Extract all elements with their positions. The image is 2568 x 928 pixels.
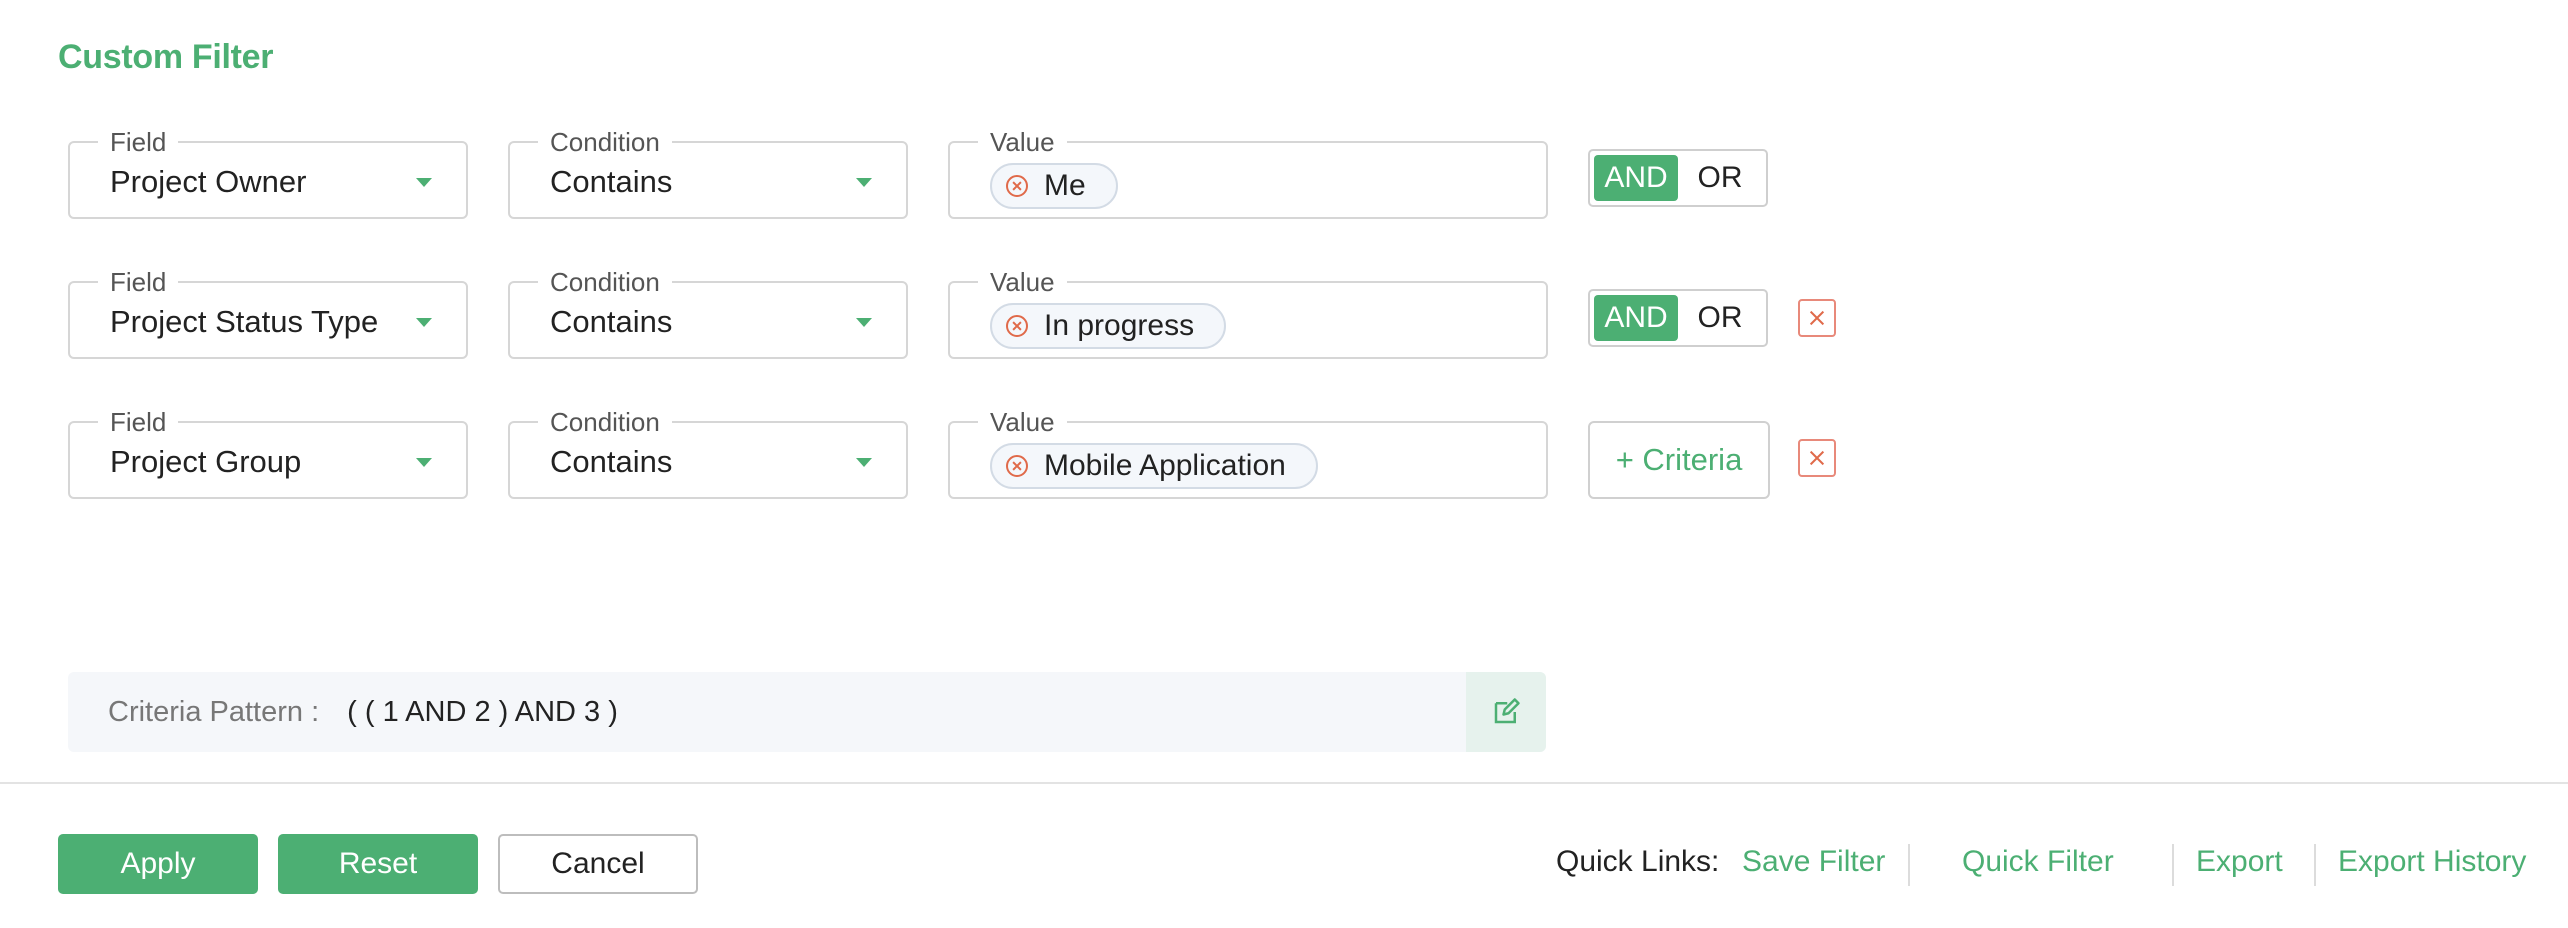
condition-value: Contains bbox=[550, 164, 673, 199]
filter-row-3: Field Project Group Condition Contains V… bbox=[0, 406, 2568, 503]
condition-label: Condition bbox=[538, 266, 672, 298]
quick-links-label: Quick Links: bbox=[1556, 845, 1720, 878]
delete-row-button[interactable] bbox=[1798, 299, 1836, 337]
condition-select[interactable]: Condition Contains bbox=[508, 126, 908, 219]
value-chip: Me bbox=[990, 163, 1118, 209]
filter-row-1: Field Project Owner Condition Contains V… bbox=[0, 126, 2568, 223]
field-value: Project Status Type bbox=[110, 304, 379, 339]
link-separator bbox=[2172, 844, 2174, 886]
chip-label: In progress bbox=[1044, 309, 1195, 342]
or-option[interactable]: OR bbox=[1678, 155, 1762, 201]
edit-pattern-button[interactable] bbox=[1466, 672, 1546, 752]
reset-button[interactable]: Reset bbox=[278, 834, 478, 894]
field-value: Project Group bbox=[110, 444, 302, 479]
caret-down-icon[interactable] bbox=[856, 318, 872, 327]
remove-circle-icon[interactable] bbox=[1006, 175, 1028, 197]
condition-label: Condition bbox=[538, 126, 672, 158]
condition-select[interactable]: Condition Contains bbox=[508, 266, 908, 359]
chip-label: Me bbox=[1044, 169, 1086, 202]
value-label: Value bbox=[978, 406, 1067, 438]
link-separator bbox=[1908, 844, 1910, 886]
or-option[interactable]: OR bbox=[1678, 295, 1762, 341]
edit-icon bbox=[1494, 698, 1520, 724]
field-value: Project Owner bbox=[110, 164, 307, 199]
and-option[interactable]: AND bbox=[1594, 295, 1678, 341]
field-label: Field bbox=[98, 266, 179, 298]
and-or-toggle: AND OR bbox=[1588, 289, 1768, 347]
field-select[interactable]: Field Project Owner bbox=[68, 126, 468, 219]
caret-down-icon[interactable] bbox=[856, 178, 872, 187]
and-option[interactable]: AND bbox=[1594, 155, 1678, 201]
value-chip: In progress bbox=[990, 303, 1227, 349]
condition-select[interactable]: Condition Contains bbox=[508, 406, 908, 499]
and-or-toggle: AND OR bbox=[1588, 149, 1768, 207]
value-input[interactable]: Value Me bbox=[948, 126, 1548, 219]
criteria-pattern-label: Criteria Pattern : bbox=[108, 695, 320, 728]
criteria-pattern: Criteria Pattern : ( ( 1 AND 2 ) AND 3 ) bbox=[68, 672, 1546, 752]
add-criteria-button[interactable]: + Criteria bbox=[1588, 421, 1770, 499]
value-label: Value bbox=[978, 126, 1067, 158]
caret-down-icon[interactable] bbox=[416, 458, 432, 467]
field-label: Field bbox=[98, 126, 179, 158]
export-history-link[interactable]: Export History bbox=[2338, 845, 2526, 879]
condition-value: Contains bbox=[550, 444, 673, 479]
page-title: Custom Filter bbox=[58, 38, 274, 76]
value-label: Value bbox=[978, 266, 1067, 298]
caret-down-icon[interactable] bbox=[416, 178, 432, 187]
value-input[interactable]: Value In progress bbox=[948, 266, 1548, 359]
caret-down-icon[interactable] bbox=[856, 458, 872, 467]
condition-value: Contains bbox=[550, 304, 673, 339]
divider bbox=[0, 782, 2568, 784]
cancel-button[interactable]: Cancel bbox=[498, 834, 698, 894]
field-select[interactable]: Field Project Group bbox=[68, 406, 468, 499]
quick-filter-link[interactable]: Quick Filter bbox=[1962, 845, 2114, 879]
link-separator bbox=[2314, 844, 2316, 886]
remove-circle-icon[interactable] bbox=[1006, 455, 1028, 477]
filter-row-2: Field Project Status Type Condition Cont… bbox=[0, 266, 2568, 363]
value-chip: Mobile Application bbox=[990, 443, 1318, 489]
export-link[interactable]: Export bbox=[2196, 845, 2283, 879]
value-input[interactable]: Value Mobile Application bbox=[948, 406, 1548, 499]
apply-button[interactable]: Apply bbox=[58, 834, 258, 894]
save-filter-link[interactable]: Save Filter bbox=[1742, 845, 1885, 879]
field-select[interactable]: Field Project Status Type bbox=[68, 266, 468, 359]
remove-circle-icon[interactable] bbox=[1006, 315, 1028, 337]
criteria-pattern-value: ( ( 1 AND 2 ) AND 3 ) bbox=[347, 695, 618, 728]
condition-label: Condition bbox=[538, 406, 672, 438]
field-label: Field bbox=[98, 406, 179, 438]
chip-label: Mobile Application bbox=[1044, 449, 1286, 482]
delete-row-button[interactable] bbox=[1798, 439, 1836, 477]
caret-down-icon[interactable] bbox=[416, 318, 432, 327]
